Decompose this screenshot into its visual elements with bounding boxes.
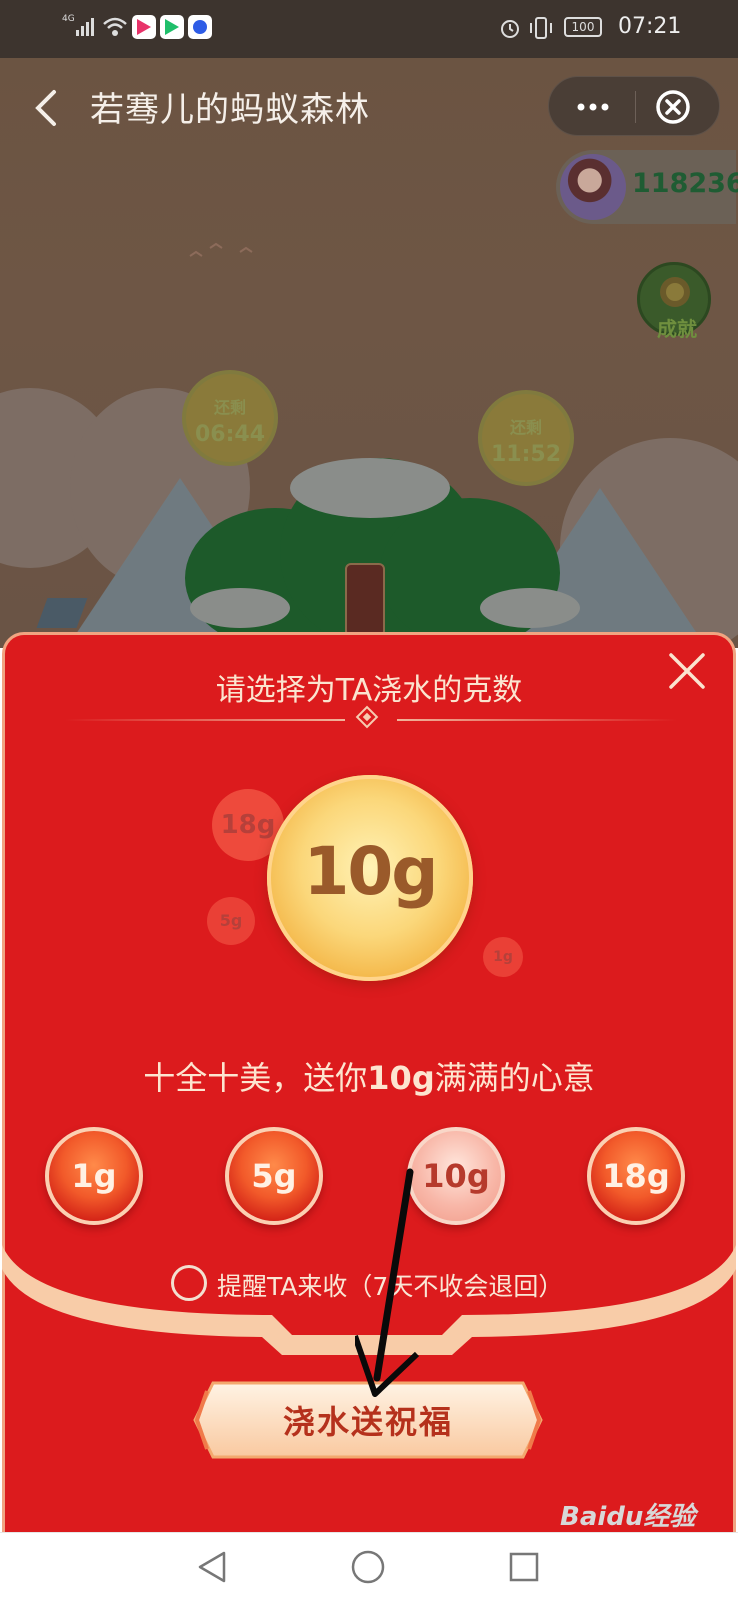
clock: 07:21 <box>618 14 682 39</box>
floating-bubble: 5g <box>207 897 255 945</box>
tree-snow <box>290 458 450 518</box>
dialog-title: 请选择为TA浇水的克数 <box>215 673 523 708</box>
remind-checkbox[interactable] <box>171 1265 207 1301</box>
watermark: Baidu经验 <box>560 1502 696 1532</box>
baidu-app-icon <box>188 15 212 39</box>
wifi-icon <box>103 17 127 36</box>
energy-timer[interactable]: 还剩 11:52 <box>478 390 574 486</box>
close-circle-icon[interactable] <box>653 89 693 125</box>
avatar <box>560 154 626 220</box>
tree-sign <box>345 563 385 637</box>
tree-snow <box>190 588 290 628</box>
title-divider <box>397 719 677 721</box>
annotation-arrow <box>355 1168 420 1397</box>
network-indicator: 4G <box>62 14 75 24</box>
video-app-icon <box>132 15 156 39</box>
vibrate-icon <box>530 17 552 39</box>
player-app-icon <box>160 15 184 39</box>
forest-scene: 还剩 06:44 还剩 11:52 <box>0 58 738 648</box>
achievement-badge[interactable]: 成就 <box>637 262 711 341</box>
mini-program-capsule <box>548 76 720 136</box>
signal-icon <box>76 18 94 36</box>
energy-timer[interactable]: 还剩 06:44 <box>182 370 278 466</box>
selected-amount-ball: 10g <box>267 775 473 981</box>
back-arrow-icon[interactable] <box>30 88 64 128</box>
title-divider <box>65 719 345 721</box>
tree-snow <box>480 588 580 628</box>
status-bar: 4G 100 07:21 <box>0 0 738 58</box>
system-nav-bar <box>0 1532 738 1601</box>
page-title: 若骞儿的蚂蚁森林 <box>90 90 370 130</box>
nav-home-icon[interactable] <box>350 1549 386 1585</box>
nav-back-icon[interactable] <box>196 1549 230 1585</box>
selected-amount-value: 10g <box>303 833 438 910</box>
nav-recents-icon[interactable] <box>508 1551 540 1583</box>
alarm-icon <box>501 20 519 38</box>
friend-energy-pill[interactable]: 118236g <box>556 150 738 224</box>
selection-description: 十全十美，送你10g满满的心意 <box>143 1059 595 1097</box>
more-dots-icon[interactable] <box>573 93 613 121</box>
birds-icon <box>189 242 253 257</box>
capsule-divider <box>635 91 636 123</box>
friend-energy-amount: 118236g <box>632 168 738 199</box>
medal-icon <box>660 277 690 307</box>
battery-icon: 100 <box>564 17 602 37</box>
close-icon[interactable] <box>665 649 709 693</box>
floating-bubble: 1g <box>483 937 523 977</box>
